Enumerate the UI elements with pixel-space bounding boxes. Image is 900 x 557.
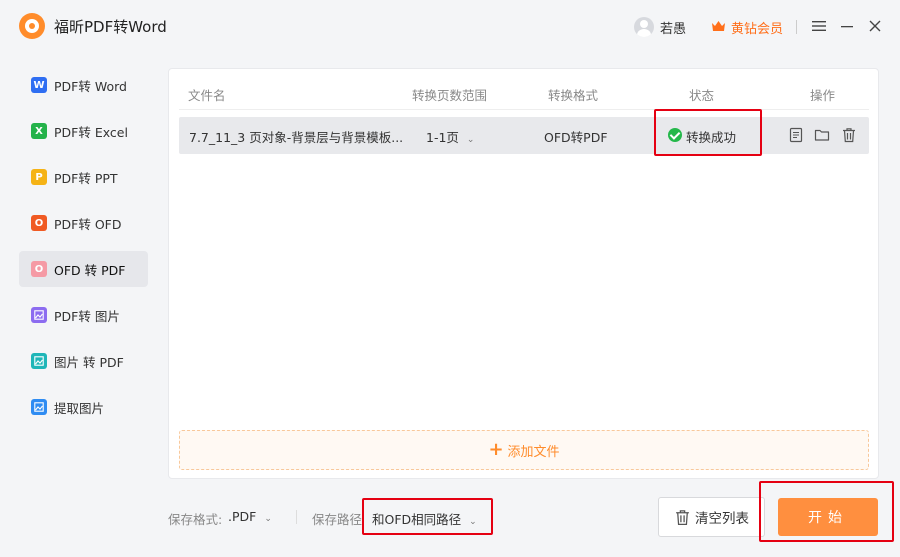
sidebar-item-pdf-to-ppt[interactable]: P PDF转 PPT (19, 159, 148, 195)
bottom-divider (296, 510, 297, 524)
minimize-icon (841, 26, 853, 28)
avatar[interactable] (634, 17, 654, 37)
save-format-label: 保存格式: (168, 512, 223, 527)
header-divider (179, 109, 869, 110)
document-icon[interactable] (788, 127, 804, 143)
title-divider (796, 20, 797, 34)
clear-list-button[interactable]: 清空列表 (658, 497, 765, 537)
close-button[interactable] (863, 14, 887, 38)
add-file-button[interactable]: + 添加文件 (179, 430, 869, 470)
image-to-pdf-icon (31, 353, 47, 369)
save-format-value: .PDF (228, 509, 257, 524)
pdf-to-image-icon (31, 307, 47, 323)
extract-image-icon (31, 399, 47, 415)
add-file-label: 添加文件 (507, 444, 560, 460)
chevron-down-icon: ⌄ (264, 514, 272, 524)
format-cell: OFD转PDF (544, 130, 608, 145)
minimize-button[interactable] (835, 14, 859, 38)
plus-icon: + (488, 439, 504, 460)
column-header-filename: 文件名 (188, 88, 226, 103)
save-format-select[interactable]: .PDF ⌄ (228, 509, 272, 524)
save-path-value: 和OFD相同路径 (372, 512, 462, 527)
sidebar-item-label: OFD 转 PDF (54, 262, 126, 278)
save-path-label: 保存路径 (312, 512, 363, 527)
column-header-range: 转换页数范围 (412, 88, 488, 103)
title-bar: 福昕PDF转Word 若愚 黄钻会员 (0, 0, 900, 54)
file-name-cell: 7.7_11_3 页对象-背景层与背景模板... (189, 130, 404, 145)
status-badge: 转换成功 (686, 130, 737, 145)
pdf-to-excel-icon: X (31, 123, 47, 139)
clear-list-label: 清空列表 (695, 511, 749, 527)
folder-icon[interactable] (814, 127, 830, 143)
sidebar-item-label: 图片 转 PDF (54, 354, 124, 370)
column-header-ops: 操作 (810, 88, 836, 103)
menu-button[interactable] (807, 14, 831, 38)
start-button[interactable]: 开始 (778, 498, 878, 536)
sidebar-item-label: PDF转 Word (54, 78, 127, 94)
sidebar-item-pdf-to-image[interactable]: PDF转 图片 (19, 297, 148, 333)
close-icon (869, 20, 881, 32)
sidebar-item-pdf-to-excel[interactable]: X PDF转 Excel (19, 113, 148, 149)
sidebar-item-extract-image[interactable]: 提取图片 (19, 389, 148, 425)
chevron-down-icon: ⌄ (469, 517, 477, 527)
sidebar-item-image-to-pdf[interactable]: 图片 转 PDF (19, 343, 148, 379)
sidebar-item-label: PDF转 图片 (54, 308, 120, 324)
chevron-down-icon: ⌄ (466, 135, 475, 145)
page-range-value: 1-1页 (426, 130, 459, 145)
start-label: 开始 (808, 510, 848, 526)
table-row[interactable]: 7.7_11_3 页对象-背景层与背景模板... 1-1页 ⌄ OFD转PDF … (179, 117, 869, 154)
page-range-select[interactable]: 1-1页 ⌄ (426, 127, 474, 146)
vip-member-link[interactable]: 黄钻会员 (731, 18, 783, 37)
crown-icon (712, 21, 725, 31)
app-logo-icon (19, 13, 45, 39)
file-list-panel: 文件名 转换页数范围 转换格式 状态 操作 7.7_11_3 页对象-背景层与背… (168, 68, 879, 479)
pdf-to-word-icon: W (31, 77, 47, 93)
pdf-to-ofd-icon: O (31, 215, 47, 231)
save-path-select[interactable]: 和OFD相同路径 ⌄ (372, 509, 477, 528)
trash-icon[interactable] (841, 127, 857, 143)
column-header-status: 状态 (689, 88, 715, 103)
username[interactable]: 若愚 (660, 18, 686, 37)
column-header-format: 转换格式 (548, 88, 599, 103)
success-check-icon (668, 128, 682, 142)
sidebar-item-label: PDF转 PPT (54, 170, 118, 186)
ofd-to-pdf-icon: O (31, 261, 47, 277)
app-title: 福昕PDF转Word (54, 18, 167, 36)
trash-icon (676, 509, 689, 525)
pdf-to-ppt-icon: P (31, 169, 47, 185)
sidebar-item-label: PDF转 OFD (54, 216, 122, 232)
sidebar-item-label: 提取图片 (54, 400, 105, 416)
hamburger-icon (812, 21, 826, 31)
sidebar-item-ofd-to-pdf[interactable]: O OFD 转 PDF (19, 251, 148, 287)
sidebar-item-pdf-to-ofd[interactable]: O PDF转 OFD (19, 205, 148, 241)
sidebar-item-pdf-to-word[interactable]: W PDF转 Word (19, 67, 148, 103)
sidebar-item-label: PDF转 Excel (54, 124, 128, 140)
